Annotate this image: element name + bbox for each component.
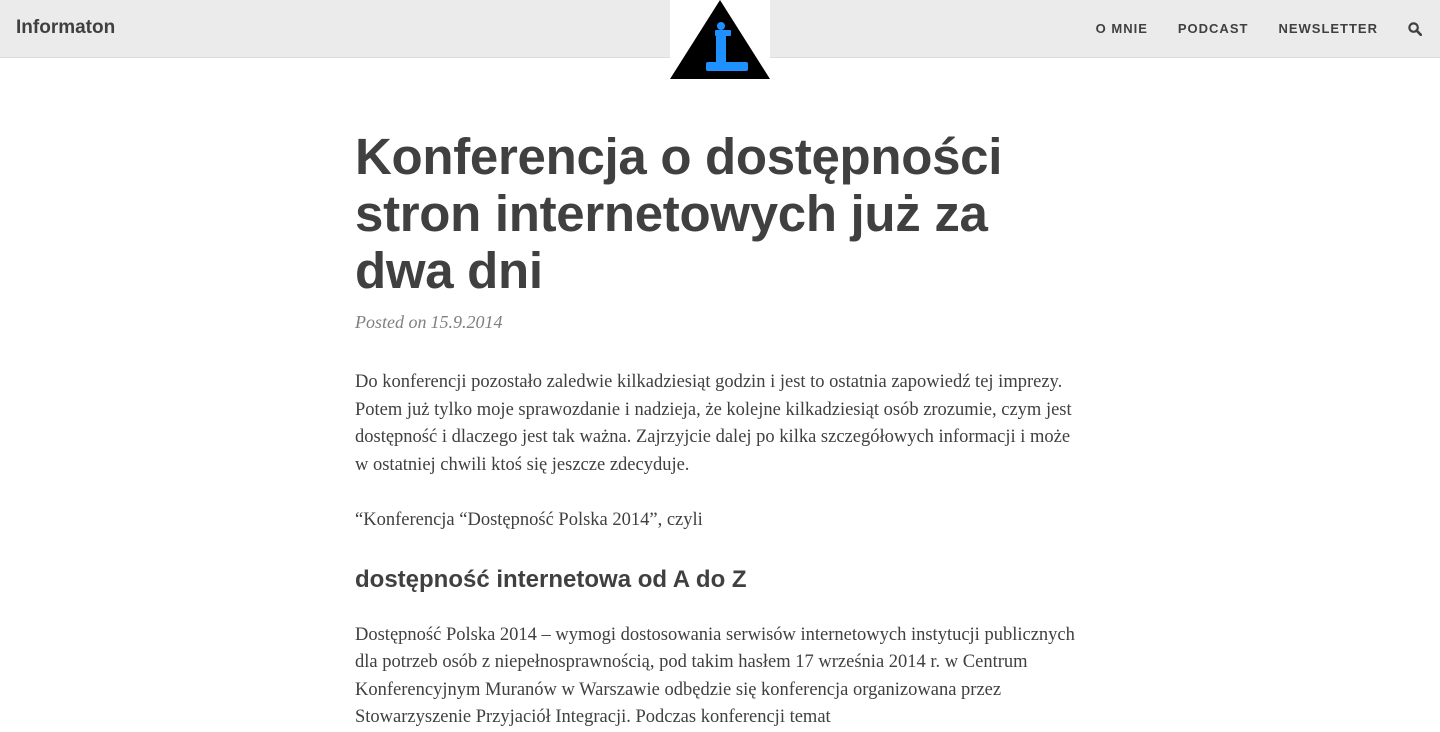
main-nav: O MNIE PODCAST NEWSLETTER — [1066, 19, 1424, 39]
nav-link-newsletter[interactable]: NEWSLETTER — [1278, 19, 1378, 39]
nav-link-o-mnie[interactable]: O MNIE — [1096, 19, 1148, 39]
search-icon[interactable] — [1408, 19, 1424, 39]
post-meta: Posted on 15.9.2014 — [355, 310, 1075, 334]
article-subheading: dostępność internetowa od A do Z — [355, 565, 747, 593]
article-paragraph-3: Dostępność Polska 2014 – wymogi dostosow… — [355, 624, 1075, 728]
article-paragraph-2: “Konferencja “Dostępność Polska 2014”, c… — [355, 510, 703, 530]
posted-on-label: Posted on — [355, 312, 427, 332]
article-paragraph-1: Do konferencji pozostało zaledwie kilkad… — [355, 372, 1072, 475]
top-navigation-bar: Informaton O MNIE PODCAST NEWSLETTER — [0, 0, 1440, 80]
nav-link-podcast[interactable]: PODCAST — [1178, 19, 1249, 39]
site-brand-link[interactable]: Informaton — [16, 16, 115, 40]
article-title: Konferencja o dostępności stron internet… — [355, 128, 1003, 299]
article-content: Konferencja o dostępności stron internet… — [355, 128, 1075, 732]
info-triangle-logo-icon[interactable] — [670, 0, 770, 80]
post-date[interactable]: 15.9.2014 — [431, 312, 503, 332]
